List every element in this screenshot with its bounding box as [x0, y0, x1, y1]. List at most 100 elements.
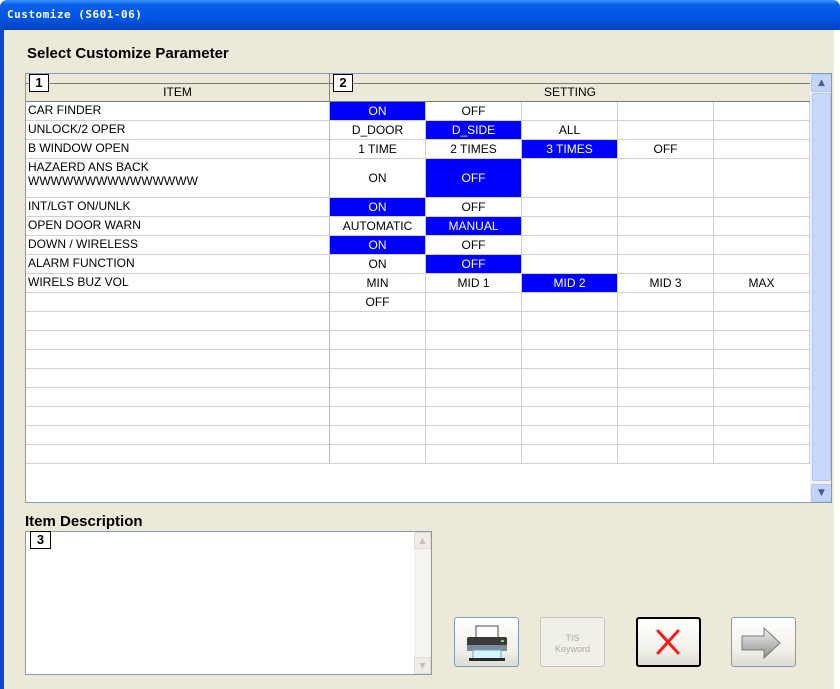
setting-option [522, 350, 618, 368]
description-scroll-up-button[interactable]: ▲ [414, 532, 431, 549]
print-button[interactable] [454, 617, 519, 667]
table-row[interactable]: B WINDOW OPEN 1 TIME 2 TIMES 3 TIMES OFF [26, 140, 810, 159]
setting-option[interactable]: MID 1 [426, 274, 522, 292]
right-arrow-icon [741, 626, 781, 660]
setting-option[interactable]: AUTOMATIC [330, 217, 426, 235]
table-row[interactable]: CAR FINDER ON OFF [26, 102, 810, 121]
setting-option [426, 331, 522, 349]
table-row[interactable] [26, 445, 810, 464]
setting-option [714, 102, 810, 120]
setting-option-selected[interactable]: MANUAL [426, 217, 522, 235]
description-scroll-down-button[interactable]: ▼ [414, 657, 431, 674]
table-row[interactable] [26, 388, 810, 407]
setting-option-selected[interactable]: ON [330, 102, 426, 120]
scroll-down-button[interactable]: ▼ [811, 484, 831, 502]
scroll-up-button[interactable]: ▲ [811, 74, 831, 92]
setting-option [714, 331, 810, 349]
setting-option-selected[interactable]: ON [330, 198, 426, 216]
setting-option [522, 407, 618, 425]
setting-option[interactable]: ALL [522, 121, 618, 139]
item-name-cell[interactable] [26, 426, 330, 444]
setting-option [522, 293, 618, 311]
item-name-cell[interactable] [26, 350, 330, 368]
setting-option-selected[interactable]: ON [330, 236, 426, 254]
setting-option-selected[interactable]: OFF [426, 255, 522, 273]
setting-option[interactable]: 1 TIME [330, 140, 426, 158]
item-name-cell[interactable]: ALARM FUNCTION [26, 255, 330, 273]
setting-option[interactable]: ON [330, 255, 426, 273]
setting-option[interactable]: OFF [330, 293, 426, 311]
setting-option [522, 102, 618, 120]
next-button[interactable] [731, 617, 796, 667]
setting-option [618, 426, 714, 444]
window-frame-right [834, 30, 840, 689]
setting-option[interactable]: OFF [426, 198, 522, 216]
item-column-title: ITEM [163, 85, 192, 99]
table-row[interactable] [26, 350, 810, 369]
table-row[interactable]: OPEN DOOR WARN AUTOMATIC MANUAL [26, 217, 810, 236]
table-row[interactable]: UNLOCK/2 OPER D_DOOR D_SIDE ALL [26, 121, 810, 140]
setting-option-selected[interactable]: D_SIDE [426, 121, 522, 139]
description-scrollbar[interactable]: ▲ ▼ [414, 532, 431, 674]
setting-option[interactable]: MID 3 [618, 274, 714, 292]
item-name-cell[interactable]: INT/LGT ON/UNLK [26, 198, 330, 216]
setting-option [714, 121, 810, 139]
table-row[interactable]: HAZAERD ANS BACK WWWWWWWWWWWWWWW ON OFF [26, 159, 810, 198]
setting-option [330, 369, 426, 387]
table-row[interactable]: WIRELS BUZ VOL MIN MID 1 MID 2 MID 3 MAX [26, 274, 810, 293]
setting-option[interactable]: D_DOOR [330, 121, 426, 139]
item-name-cell[interactable] [26, 312, 330, 330]
red-x-icon [656, 629, 680, 655]
setting-option [714, 407, 810, 425]
tis-keyword-label: TIS Keyword [554, 633, 590, 654]
item-name-cell[interactable] [26, 445, 330, 463]
item-name-cell[interactable]: WIRELS BUZ VOL [26, 274, 330, 292]
setting-option [522, 217, 618, 235]
setting-option[interactable]: OFF [426, 236, 522, 254]
item-name-cell[interactable]: HAZAERD ANS BACK WWWWWWWWWWWWWWW [26, 159, 330, 197]
table-row[interactable] [26, 426, 810, 445]
setting-option [714, 388, 810, 406]
setting-option [522, 236, 618, 254]
item-description-box: 3 ▲ ▼ [25, 531, 432, 675]
table-vertical-scrollbar[interactable]: ▲ ▼ [810, 74, 831, 502]
table-row[interactable]: INT/LGT ON/UNLK ON OFF [26, 198, 810, 217]
table-row[interactable] [26, 369, 810, 388]
setting-option[interactable]: 2 TIMES [426, 140, 522, 158]
item-name-cell[interactable] [26, 407, 330, 425]
table-row[interactable] [26, 331, 810, 350]
setting-option[interactable]: MAX [714, 274, 810, 292]
item-name-cell[interactable] [26, 369, 330, 387]
setting-option-selected[interactable]: MID 2 [522, 274, 618, 292]
tis-keyword-button[interactable]: TIS Keyword [540, 617, 605, 667]
item-name-cell[interactable]: DOWN / WIRELESS [26, 236, 330, 254]
item-name-cell[interactable] [26, 331, 330, 349]
table-row[interactable] [26, 407, 810, 426]
setting-option [522, 369, 618, 387]
scroll-thumb[interactable] [812, 93, 831, 481]
item-name-cell[interactable]: OPEN DOOR WARN [26, 217, 330, 235]
setting-option [618, 369, 714, 387]
table-row[interactable] [26, 312, 810, 331]
setting-option[interactable]: OFF [618, 140, 714, 158]
item-name-cell[interactable]: UNLOCK/2 OPER [26, 121, 330, 139]
setting-option-selected[interactable]: OFF [426, 159, 522, 197]
setting-option [330, 445, 426, 463]
setting-option [618, 407, 714, 425]
setting-option[interactable]: OFF [426, 102, 522, 120]
item-name-cell[interactable]: CAR FINDER [26, 102, 330, 120]
table-row[interactable]: OFF [26, 293, 810, 312]
setting-option-selected[interactable]: 3 TIMES [522, 140, 618, 158]
customize-window: Customize (S601-06) Select Customize Par… [0, 0, 840, 689]
setting-option[interactable]: MIN [330, 274, 426, 292]
cancel-button[interactable] [636, 617, 701, 667]
item-name-cell[interactable]: B WINDOW OPEN [26, 140, 330, 158]
setting-option [714, 369, 810, 387]
setting-option [522, 426, 618, 444]
title-bar[interactable]: Customize (S601-06) [0, 0, 840, 30]
item-name-cell[interactable] [26, 293, 330, 311]
item-name-cell[interactable] [26, 388, 330, 406]
table-row[interactable]: ALARM FUNCTION ON OFF [26, 255, 810, 274]
table-row[interactable]: DOWN / WIRELESS ON OFF [26, 236, 810, 255]
setting-option[interactable]: ON [330, 159, 426, 197]
